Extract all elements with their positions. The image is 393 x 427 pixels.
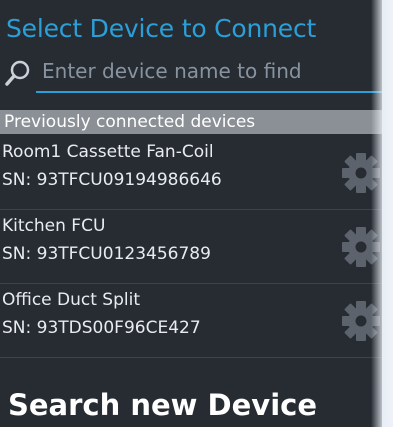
search-bar [0,54,382,94]
device-list: Room1 Cassette Fan-Coil SN: 93TFCU091949… [0,136,382,358]
search-underline [36,91,382,93]
page-title: Select Device to Connect [6,14,317,43]
device-name: Kitchen FCU [2,216,106,236]
device-select-screen: Select Device to Connect Previously conn… [0,0,382,427]
device-serial: SN: 93TFCU09194986646 [2,170,222,190]
search-new-device-button[interactable]: Search new Device [8,388,317,422]
device-list-item[interactable]: Room1 Cassette Fan-Coil SN: 93TFCU091949… [0,136,382,210]
device-serial: SN: 93TDS00F96CE427 [2,318,201,338]
gear-icon[interactable] [340,150,382,196]
previous-devices-header: Previously connected devices [0,110,382,134]
gear-icon[interactable] [340,298,382,344]
search-input[interactable] [36,56,382,86]
device-list-item[interactable]: Office Duct Split SN: 93TDS00F96CE427 [0,284,382,358]
gear-icon[interactable] [340,224,382,270]
device-name: Room1 Cassette Fan-Coil [2,142,214,162]
device-list-item[interactable]: Kitchen FCU SN: 93TFCU0123456789 [0,210,382,284]
device-serial: SN: 93TFCU0123456789 [2,244,211,264]
device-name: Office Duct Split [2,290,141,310]
search-icon [5,60,30,86]
search-new-device-area: Search new Device [0,370,382,427]
